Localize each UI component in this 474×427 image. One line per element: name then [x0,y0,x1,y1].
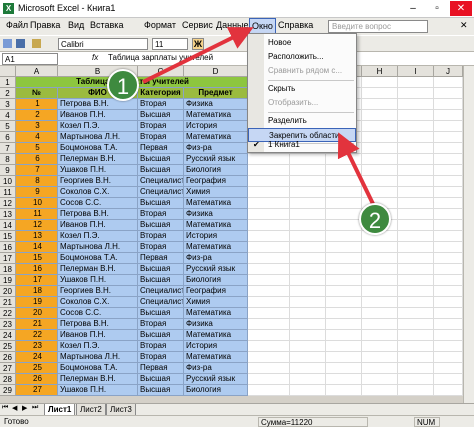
annotation-overlay [142,27,377,209]
step-2-badge: 2 [359,203,391,235]
arrow-to-freeze-panes [337,132,377,209]
step-1-badge: 1 [107,69,139,101]
arrow-to-window-menu [142,27,254,84]
